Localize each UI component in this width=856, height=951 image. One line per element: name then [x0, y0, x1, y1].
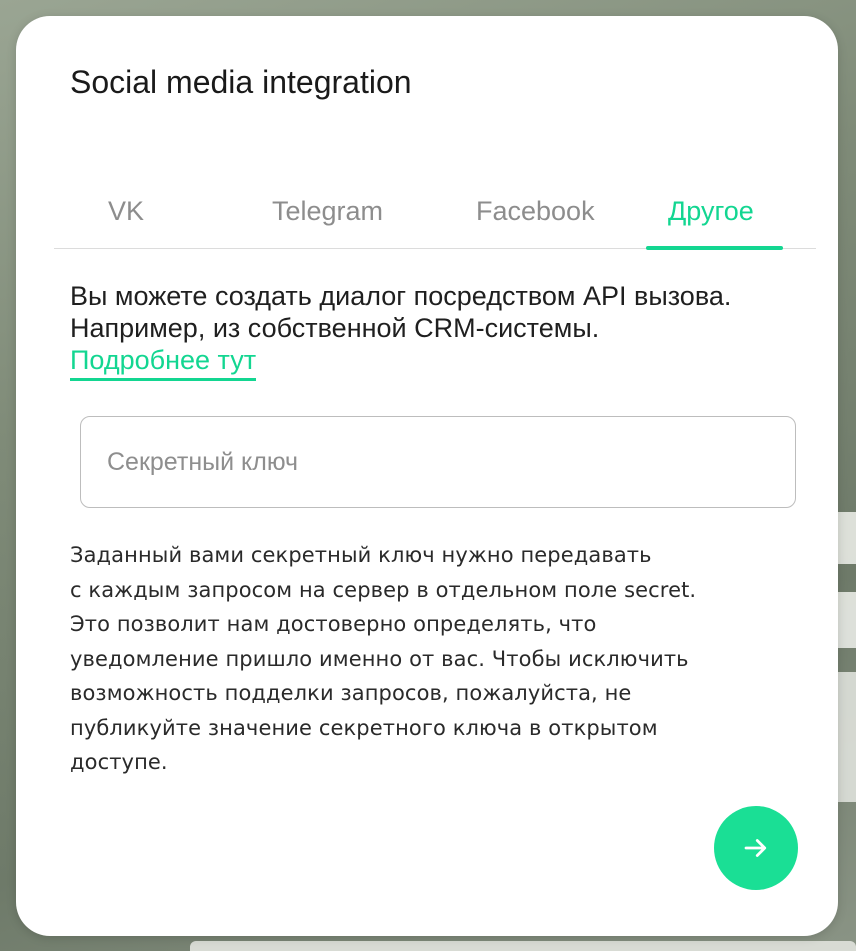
help-line: Это позволит нам достоверно определять, …	[70, 612, 597, 636]
secret-key-input[interactable]	[80, 416, 796, 508]
tab-facebook[interactable]: Facebook	[476, 196, 595, 227]
tab-other[interactable]: Другое	[668, 196, 754, 227]
help-line: с каждым запросом на сервер в отдельном …	[70, 577, 697, 602]
more-info-link[interactable]: Подробнее тут	[70, 344, 257, 381]
help-line: возможность подделки запросов, пожалуйст…	[70, 681, 632, 705]
integration-dialog: Social media integration VK Telegram Fac…	[16, 16, 838, 936]
help-line: публикуйте значение секретного ключа в о…	[70, 715, 658, 740]
secret-key-help: Заданный вами секретный ключ нужно перед…	[70, 538, 790, 780]
dialog-title: Social media integration	[70, 64, 412, 100]
arrow-right-icon	[744, 839, 767, 857]
background-panel-fragment	[190, 941, 856, 951]
help-line: уведомление пришло именно от вас. Чтобы …	[70, 646, 689, 671]
next-button[interactable]	[714, 806, 798, 890]
active-tab-indicator	[646, 246, 783, 250]
help-line: Заданный вами секретный ключ нужно перед…	[70, 543, 652, 567]
help-line: доступе.	[70, 750, 168, 774]
integration-tabs: VK Telegram Facebook Другое	[54, 184, 816, 250]
tab-vk[interactable]: VK	[108, 196, 144, 227]
intro-text: Вы можете создать диалог посредством API…	[70, 281, 732, 343]
tab-telegram[interactable]: Telegram	[272, 196, 383, 227]
